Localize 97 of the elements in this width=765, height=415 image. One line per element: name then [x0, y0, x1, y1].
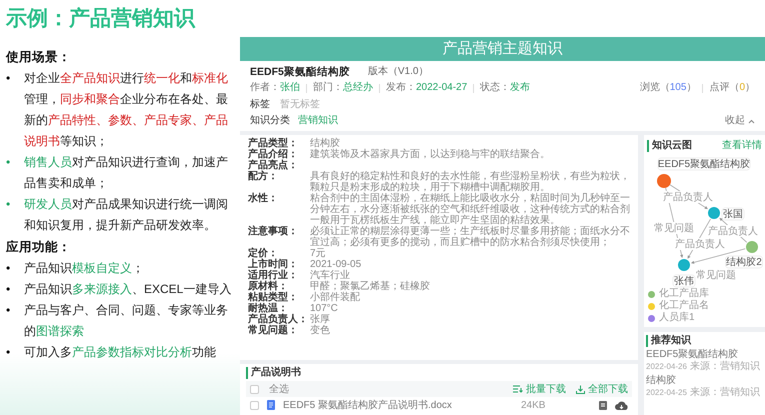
field-label: 水性： [248, 193, 279, 206]
field-label: 原材料： [248, 281, 289, 292]
select-all-label: 全选 [269, 382, 290, 396]
field-label: 适用行业： [248, 270, 299, 281]
bullet: • [6, 281, 12, 298]
checkbox[interactable] [250, 384, 259, 394]
section-heading: 使用场景： [6, 49, 72, 66]
knowledge-title: EEDF5聚氨酯结构胶 [250, 65, 350, 79]
tag-field[interactable]: 暂无标签 [280, 98, 320, 112]
slide-title: 示例：产品营销知识 [6, 6, 196, 32]
date-text: 2022-04-26 [646, 361, 687, 373]
meta-field: 作者：张伯 [250, 81, 300, 95]
node-label: EEDF5聚氨酯结构胶 [658, 158, 750, 170]
collapse-button[interactable]: 收起 [725, 114, 755, 128]
field-value: 变色 [310, 325, 330, 336]
bullet-text: 产品知识多来源接入、EXCEL一建导入 [24, 281, 232, 298]
date-text: 2022-04-25 [646, 387, 687, 399]
download-all-button[interactable]: 全部下载 [576, 382, 628, 396]
field-value: 张厚 [310, 314, 330, 325]
bullet-text: 产品知识模板自定义； [24, 260, 144, 277]
graph-node[interactable] [657, 174, 671, 188]
bullet: • [6, 154, 12, 171]
field-label: 上市时间： [248, 259, 299, 270]
list-download-icon [513, 385, 523, 393]
cloud-download-icon[interactable] [615, 400, 628, 410]
field-value: 2021-09-05 [310, 259, 362, 270]
field-value: 具有良好的稳定粘性和良好的去水性能，有些湿粉呈粉状，有些为粒状，颗粒只是粉末形成的粒块，用于下糊槽中调配糊胶用。 [310, 171, 630, 193]
stat-count: 浏览（105） [640, 81, 696, 95]
card-title: 推荐知识 [646, 335, 691, 347]
node-label: 张伟 [672, 274, 696, 288]
file-name[interactable]: EEDF5 聚氨酯结构胶产品说明书.docx [283, 398, 513, 412]
field-value: 粘合剂中的主固体湿粉，在糊纸上能比吸收水分，粘固时间为几秒钟至一分钟左右，水分逐渐被纸张的空气和纸纤维吸收，这种传统方式的粘合剂一般用于瓦楞纸板生产线，能立即产生坚固的粘结效果。 [310, 193, 630, 226]
field-value: 7元 [310, 248, 326, 259]
bullet-text: 研发人员对产品成果知识进行统一调阅和知识复用，提升新产品研发效率。 [24, 196, 229, 234]
page-header: 产品营销主题知识 [240, 37, 765, 61]
field-value: 汽车行业 [310, 270, 350, 281]
graph-node[interactable] [746, 241, 758, 253]
field-value: 建筑装饰及木器家具方面，以达到稳与牢的联结聚合。 [310, 149, 550, 160]
edge-label: 产品负责人 [707, 225, 759, 237]
field-value: 必须让正常的糊层涂得更薄一些；生产纸板时尽量多用挤能；面纸水分不宜过高；必须有更多的搅动，而且贮槽中的防水粘合剂须尽快使用； [310, 226, 630, 248]
field-label: 定价： [248, 248, 278, 259]
legend-label: 化工产品名 [659, 300, 709, 312]
document-icon [267, 400, 275, 410]
field-value: 甲醛；聚氯乙烯基；硅橡胶 [310, 281, 430, 292]
field-label: 产品亮点： [248, 160, 299, 171]
field-value: 小部件装配 [310, 292, 360, 303]
field-value: 结构胶 [310, 138, 340, 149]
download-icon [576, 384, 585, 394]
card-title: 知识云图 [647, 140, 692, 152]
edge-label: 产品负责人 [662, 191, 714, 203]
stat-count: 点评（0） [709, 81, 755, 95]
field-label: 产品负责人： [248, 314, 309, 325]
meta-field: 部门：总经办 [313, 81, 373, 95]
source-text: 来源：营销知识 [690, 361, 760, 373]
bullet-text: 销售人员对产品知识进行查询，加速产品售卖和成单； [24, 154, 229, 192]
file-size: 24KB [521, 398, 546, 412]
graph-node[interactable] [708, 207, 720, 219]
field-label: 耐热温： [248, 303, 288, 314]
graph-node[interactable] [678, 259, 690, 271]
field-label: 常见问题： [248, 325, 299, 336]
bullet-text: 可加入多产品参数指标对比分析功能 [24, 344, 216, 361]
legend-label: 人员库1 [659, 312, 695, 324]
bullet-text: 产品与客户、合同、问题、专家等业务的图谱探索 [24, 302, 229, 340]
node-label: 结构胶2 [725, 256, 763, 268]
meta-field: 发布：2022-04-27 [386, 81, 468, 95]
field-label: 产品介绍： [248, 149, 299, 160]
section-heading: 应用功能： [6, 239, 72, 256]
field-label: 粘贴类型： [248, 292, 299, 303]
bullet-text: 对企业全产品知识进行统一化和标准化 管理，同步和聚合企业分布在各处、最新的产品特性、参数、产品专家、产品说明书等知识； [24, 70, 229, 150]
field-label: 知识分类 [250, 114, 290, 128]
field-label: 产品类型： [248, 138, 299, 149]
bullet: • [6, 196, 12, 213]
field-value: 107°C [310, 303, 338, 314]
edge-label: 常见问题 [695, 269, 737, 281]
field-label: 注意事项： [248, 226, 299, 239]
checkbox[interactable] [250, 400, 259, 410]
recommended-link[interactable]: 结构胶 [646, 375, 676, 387]
preview-icon[interactable] [599, 400, 607, 410]
edge-label: 产品负责人 [674, 238, 726, 250]
category-link[interactable]: 营销知识 [298, 114, 338, 128]
bullet: • [6, 70, 12, 87]
chevron-up-icon [748, 118, 755, 124]
edge-label: 常见问题 [653, 222, 695, 234]
bullet: • [6, 344, 12, 361]
meta-field: 状态：发布 [480, 81, 530, 95]
node-label: 张国 [722, 208, 744, 220]
version-text: 版本（V1.0） [368, 65, 428, 79]
field-label: 标签 [250, 98, 270, 112]
recommended-link[interactable]: EEDF5聚氨酯结构胶 [646, 349, 738, 361]
bullet: • [6, 302, 12, 319]
legend-label: 化工产品库 [659, 288, 709, 300]
source-text: 来源：营销知识 [690, 387, 760, 399]
field-label: 配方： [248, 171, 279, 184]
batch-download-button[interactable]: 批量下载 [513, 382, 566, 396]
card-title: 产品说明书 [246, 367, 301, 379]
bullet: • [6, 260, 12, 277]
details-link[interactable]: 查看详情 [722, 138, 762, 153]
